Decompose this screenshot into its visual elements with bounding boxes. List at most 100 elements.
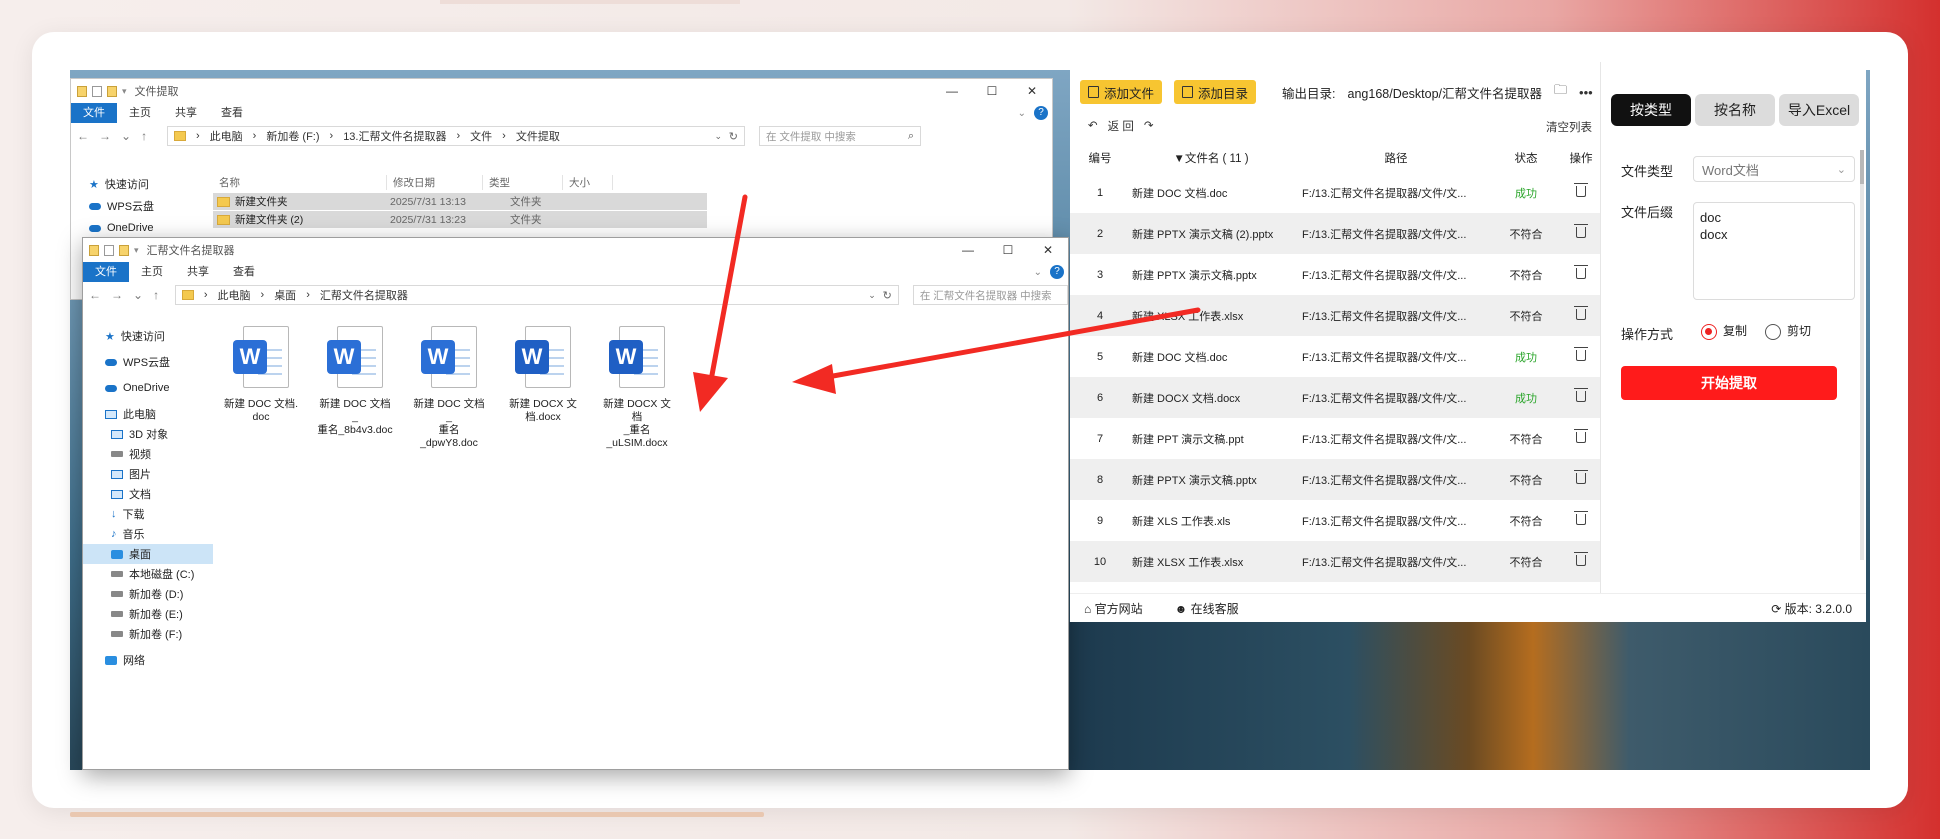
- close-button[interactable]: ✕: [1028, 238, 1068, 262]
- clear-list-button[interactable]: 清空列表: [1546, 119, 1592, 135]
- version-info[interactable]: ⟳ 版本: 3.2.0.0: [1771, 600, 1852, 617]
- breadcrumb-sep-icon[interactable]: ›: [196, 130, 200, 142]
- nav-wps-cloud[interactable]: WPS云盘: [83, 352, 213, 372]
- help-icon[interactable]: ?: [1034, 106, 1048, 120]
- expand-ribbon-icon[interactable]: ⌄: [1034, 267, 1042, 278]
- delete-icon[interactable]: [1574, 305, 1588, 320]
- file-item[interactable]: W 新建 DOCX 文档 _重名 _uLSIM.docx: [599, 326, 675, 450]
- delete-icon[interactable]: [1574, 182, 1588, 197]
- delete-icon[interactable]: [1574, 428, 1588, 443]
- file-item[interactable]: W 新建 DOC 文档_ 重名_8b4v3.doc: [317, 326, 393, 450]
- maximize-button[interactable]: ☐: [988, 238, 1028, 262]
- breadcrumb-sep-icon[interactable]: ›: [261, 289, 265, 301]
- suffix-textarea[interactable]: doc docx: [1693, 202, 1855, 300]
- up-arrow-icon[interactable]: ↑: [141, 129, 147, 143]
- tab-file[interactable]: 文件: [71, 103, 117, 123]
- breadcrumb-item[interactable]: 文件提取: [516, 128, 560, 144]
- recent-dropdown-icon[interactable]: ⌄: [133, 288, 143, 302]
- nav-drive-c[interactable]: 本地磁盘 (C:): [83, 564, 213, 584]
- nav-videos[interactable]: 视频: [83, 444, 213, 464]
- col-name[interactable]: 名称: [213, 174, 387, 190]
- table-row[interactable]: 7 新建 PPT 演示文稿.ppt F:/13.汇帮文件名提取器/文件/文...…: [1070, 418, 1600, 459]
- nav-desktop[interactable]: 桌面: [83, 544, 213, 564]
- title-bar[interactable]: ▾ 汇帮文件名提取器 — ☐ ✕: [83, 238, 1068, 262]
- expand-ribbon-icon[interactable]: ⌄: [1018, 108, 1026, 119]
- tab-by-type[interactable]: 按类型: [1611, 94, 1691, 126]
- search-icon[interactable]: ⌕: [908, 130, 914, 143]
- nav-3d-objects[interactable]: 3D 对象: [83, 424, 213, 444]
- breadcrumb-item[interactable]: 文件: [470, 128, 492, 144]
- breadcrumb-sep-icon[interactable]: ›: [330, 130, 334, 142]
- delete-icon[interactable]: [1574, 346, 1588, 361]
- tab-share[interactable]: 共享: [175, 262, 221, 282]
- delete-icon[interactable]: [1574, 223, 1588, 238]
- nav-pictures[interactable]: 图片: [83, 464, 213, 484]
- breadcrumb-sep-icon[interactable]: ›: [253, 130, 257, 142]
- breadcrumb-item[interactable]: 汇帮文件名提取器: [320, 287, 408, 303]
- table-row[interactable]: 4 新建 XLSX 工作表.xlsx F:/13.汇帮文件名提取器/文件/文..…: [1070, 295, 1600, 336]
- breadcrumb-item[interactable]: 13.汇帮文件名提取器: [343, 128, 446, 144]
- undo-icon[interactable]: ↶: [1088, 118, 1098, 134]
- breadcrumb-item[interactable]: 此电脑: [210, 128, 243, 144]
- title-bar[interactable]: ▾ 文件提取 — ☐ ✕: [71, 79, 1052, 103]
- forward-arrow-icon[interactable]: →: [111, 288, 123, 302]
- breadcrumb-sep-icon[interactable]: ›: [502, 130, 506, 142]
- output-dir-value[interactable]: ang168/Desktop/汇帮文件名提取器: [1348, 83, 1543, 102]
- tab-by-name[interactable]: 按名称: [1695, 94, 1775, 126]
- delete-icon[interactable]: [1574, 469, 1588, 484]
- minimize-button[interactable]: —: [948, 238, 988, 262]
- add-directory-button[interactable]: 添加目录: [1174, 80, 1257, 104]
- tab-home[interactable]: 主页: [117, 103, 163, 123]
- back-arrow-icon[interactable]: ←: [77, 129, 89, 143]
- properties-icon[interactable]: [92, 85, 102, 97]
- table-row[interactable]: 3 新建 PPTX 演示文稿.pptx F:/13.汇帮文件名提取器/文件/文.…: [1070, 254, 1600, 295]
- delete-icon[interactable]: [1574, 387, 1588, 402]
- list-item[interactable]: 新建文件夹 2025/7/31 13:13 文件夹: [213, 193, 707, 210]
- back-arrow-icon[interactable]: ←: [89, 288, 101, 302]
- up-arrow-icon[interactable]: ↑: [153, 288, 159, 302]
- nav-onedrive[interactable]: OneDrive: [71, 217, 181, 239]
- refresh-icon[interactable]: ↻: [883, 289, 892, 302]
- file-type-select[interactable]: Word文档 ⌄: [1693, 156, 1855, 182]
- scrollbar-track[interactable]: [1860, 150, 1864, 560]
- tab-home[interactable]: 主页: [129, 262, 175, 282]
- list-item[interactable]: 新建文件夹 (2) 2025/7/31 13:23 文件夹: [213, 211, 707, 228]
- redo-icon[interactable]: ↷: [1144, 118, 1154, 134]
- address-bar[interactable]: › 此电脑 › 桌面 › 汇帮文件名提取器 ⌄ ↻: [174, 285, 899, 305]
- breadcrumb-sep-icon[interactable]: ›: [456, 130, 460, 142]
- radio-copy[interactable]: 复制: [1701, 322, 1747, 340]
- tab-view[interactable]: 查看: [209, 103, 255, 123]
- delete-icon[interactable]: [1574, 551, 1588, 566]
- explorer-window-app-folder[interactable]: ▾ 汇帮文件名提取器 — ☐ ✕ 文件 主页 共享 查看 ⌄? ← → ⌄ ↑ …: [82, 237, 1069, 770]
- table-row[interactable]: 2 新建 PPTX 演示文稿 (2).pptx F:/13.汇帮文件名提取器/文…: [1070, 213, 1600, 254]
- breadcrumb-sep-icon[interactable]: ›: [204, 289, 208, 301]
- minimize-button[interactable]: —: [932, 79, 972, 103]
- header-name[interactable]: ▼文件名 ( 11 ): [1130, 150, 1290, 166]
- tab-share[interactable]: 共享: [163, 103, 209, 123]
- nav-documents[interactable]: 文档: [83, 484, 213, 504]
- scrollbar-thumb[interactable]: [1860, 150, 1864, 184]
- add-file-button[interactable]: 添加文件: [1080, 80, 1163, 104]
- more-icon[interactable]: •••: [1579, 85, 1593, 100]
- address-dropdown-icon[interactable]: ⌄: [714, 131, 722, 142]
- search-input[interactable]: 在 汇帮文件名提取器 中搜索: [912, 285, 1068, 305]
- address-bar[interactable]: › 此电脑 › 新加卷 (F:) › 13.汇帮文件名提取器 › 文件 › 文件…: [167, 126, 745, 146]
- breadcrumb-item[interactable]: 此电脑: [218, 287, 251, 303]
- breadcrumb-item[interactable]: 新加卷 (F:): [266, 128, 319, 144]
- nav-this-pc[interactable]: 此电脑: [83, 404, 213, 424]
- radio-cut[interactable]: 剪切: [1765, 322, 1811, 340]
- open-folder-icon[interactable]: 🗀: [1554, 81, 1567, 103]
- close-button[interactable]: ✕: [1012, 79, 1052, 103]
- table-row[interactable]: 6 新建 DOCX 文档.docx F:/13.汇帮文件名提取器/文件/文...…: [1070, 377, 1600, 418]
- breadcrumb-sep-icon[interactable]: ›: [306, 289, 310, 301]
- nav-downloads[interactable]: ↓ 下载: [83, 504, 213, 524]
- recent-dropdown-icon[interactable]: ⌄: [121, 129, 131, 143]
- nav-drive-d[interactable]: 新加卷 (D:): [83, 584, 213, 604]
- table-row[interactable]: 5 新建 DOC 文档.doc F:/13.汇帮文件名提取器/文件/文... 成…: [1070, 336, 1600, 377]
- nav-drive-e[interactable]: 新加卷 (E:): [83, 604, 213, 624]
- table-row[interactable]: 1 新建 DOC 文档.doc F:/13.汇帮文件名提取器/文件/文... 成…: [1070, 172, 1600, 213]
- online-service-link[interactable]: ☻ 在线客服: [1175, 600, 1239, 617]
- col-date[interactable]: 修改日期: [387, 174, 483, 190]
- nav-network[interactable]: 网络: [83, 650, 213, 670]
- table-row[interactable]: 9 新建 XLS 工作表.xls F:/13.汇帮文件名提取器/文件/文... …: [1070, 500, 1600, 541]
